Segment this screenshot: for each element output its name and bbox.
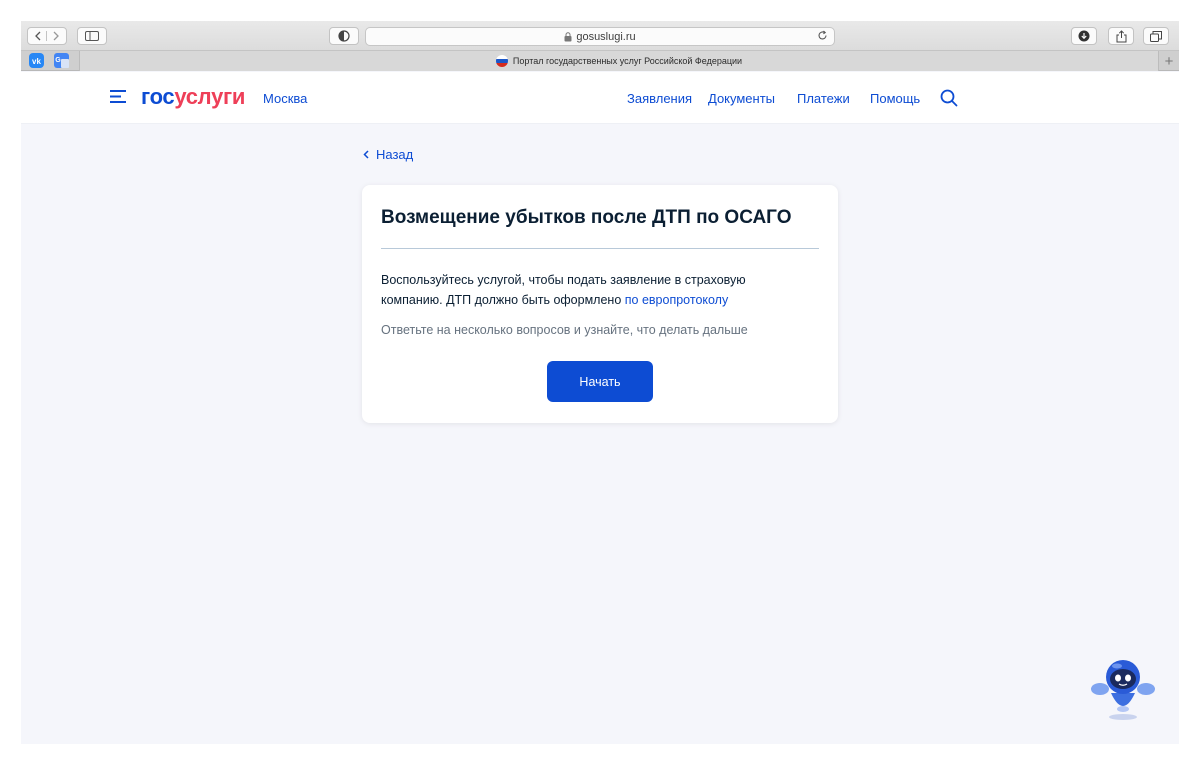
nav-documents[interactable]: Документы — [708, 91, 775, 106]
service-card: Возмещение убытков после ДТП по ОСАГО Во… — [362, 185, 838, 423]
browser-window: gosuslugi.ru vk G Портал государственных… — [21, 21, 1179, 744]
reload-icon[interactable] — [817, 30, 828, 44]
gosuslugi-logo[interactable]: госуслуги — [141, 84, 245, 110]
nav-applications[interactable]: Заявления — [627, 91, 692, 106]
divider — [381, 248, 819, 249]
hint-text: Ответьте на несколько вопросов и узнайте… — [381, 323, 748, 337]
svg-text:G: G — [55, 57, 61, 64]
tabs-overview-icon[interactable] — [1143, 27, 1169, 45]
tab-bar: vk G Портал государственных услуг Россий… — [21, 51, 1179, 71]
back-label: Назад — [376, 147, 414, 162]
nav-payments[interactable]: Платежи — [797, 91, 850, 106]
description-line-2: компанию. ДТП должно быть оформлено — [381, 293, 625, 307]
downloads-icon[interactable] — [1071, 27, 1097, 45]
logo-part-gos: гос — [141, 84, 175, 109]
logo-part-uslugi: услуги — [174, 84, 246, 109]
lock-icon — [564, 31, 572, 41]
translate-bookmark-icon[interactable]: G — [54, 53, 69, 68]
start-button[interactable]: Начать — [547, 361, 653, 402]
russian-flag-icon — [495, 55, 508, 67]
site-header: госуслуги Москва Заявления Документы Пла… — [21, 72, 1179, 124]
browser-back-icon[interactable] — [28, 31, 48, 41]
city-selector[interactable]: Москва — [263, 91, 307, 106]
browser-toolbar: gosuslugi.ru — [21, 21, 1179, 51]
privacy-shield-icon[interactable] — [329, 27, 359, 45]
tab-title: Портал государственных услуг Российской … — [512, 56, 743, 66]
assistant-robot-icon[interactable] — [1087, 653, 1159, 730]
back-forward-buttons — [27, 27, 67, 45]
chevron-left-icon — [363, 150, 369, 159]
svg-text:vk: vk — [32, 57, 41, 66]
description-line-1: Воспользуйтесь услугой, чтобы подать зая… — [381, 273, 746, 287]
sidebar-toggle-icon[interactable] — [77, 27, 107, 45]
browser-forward-icon[interactable] — [47, 31, 66, 41]
address-bar[interactable]: gosuslugi.ru — [365, 27, 835, 46]
search-icon[interactable] — [940, 89, 958, 112]
vk-bookmark-icon[interactable]: vk — [29, 53, 44, 68]
service-description: Воспользуйтесь услугой, чтобы подать зая… — [381, 270, 801, 310]
nav-help[interactable]: Помощь — [870, 91, 920, 106]
new-tab-icon[interactable]: + — [1159, 51, 1179, 71]
europrotocol-link[interactable]: по европротоколу — [625, 293, 728, 307]
menu-icon[interactable] — [110, 90, 126, 108]
active-tab[interactable]: Портал государственных услуг Российской … — [79, 51, 1159, 71]
share-icon[interactable] — [1108, 27, 1134, 45]
page-title: Возмещение убытков после ДТП по ОСАГО — [381, 207, 792, 228]
back-link[interactable]: Назад — [363, 147, 413, 162]
url-text: gosuslugi.ru — [576, 30, 636, 43]
